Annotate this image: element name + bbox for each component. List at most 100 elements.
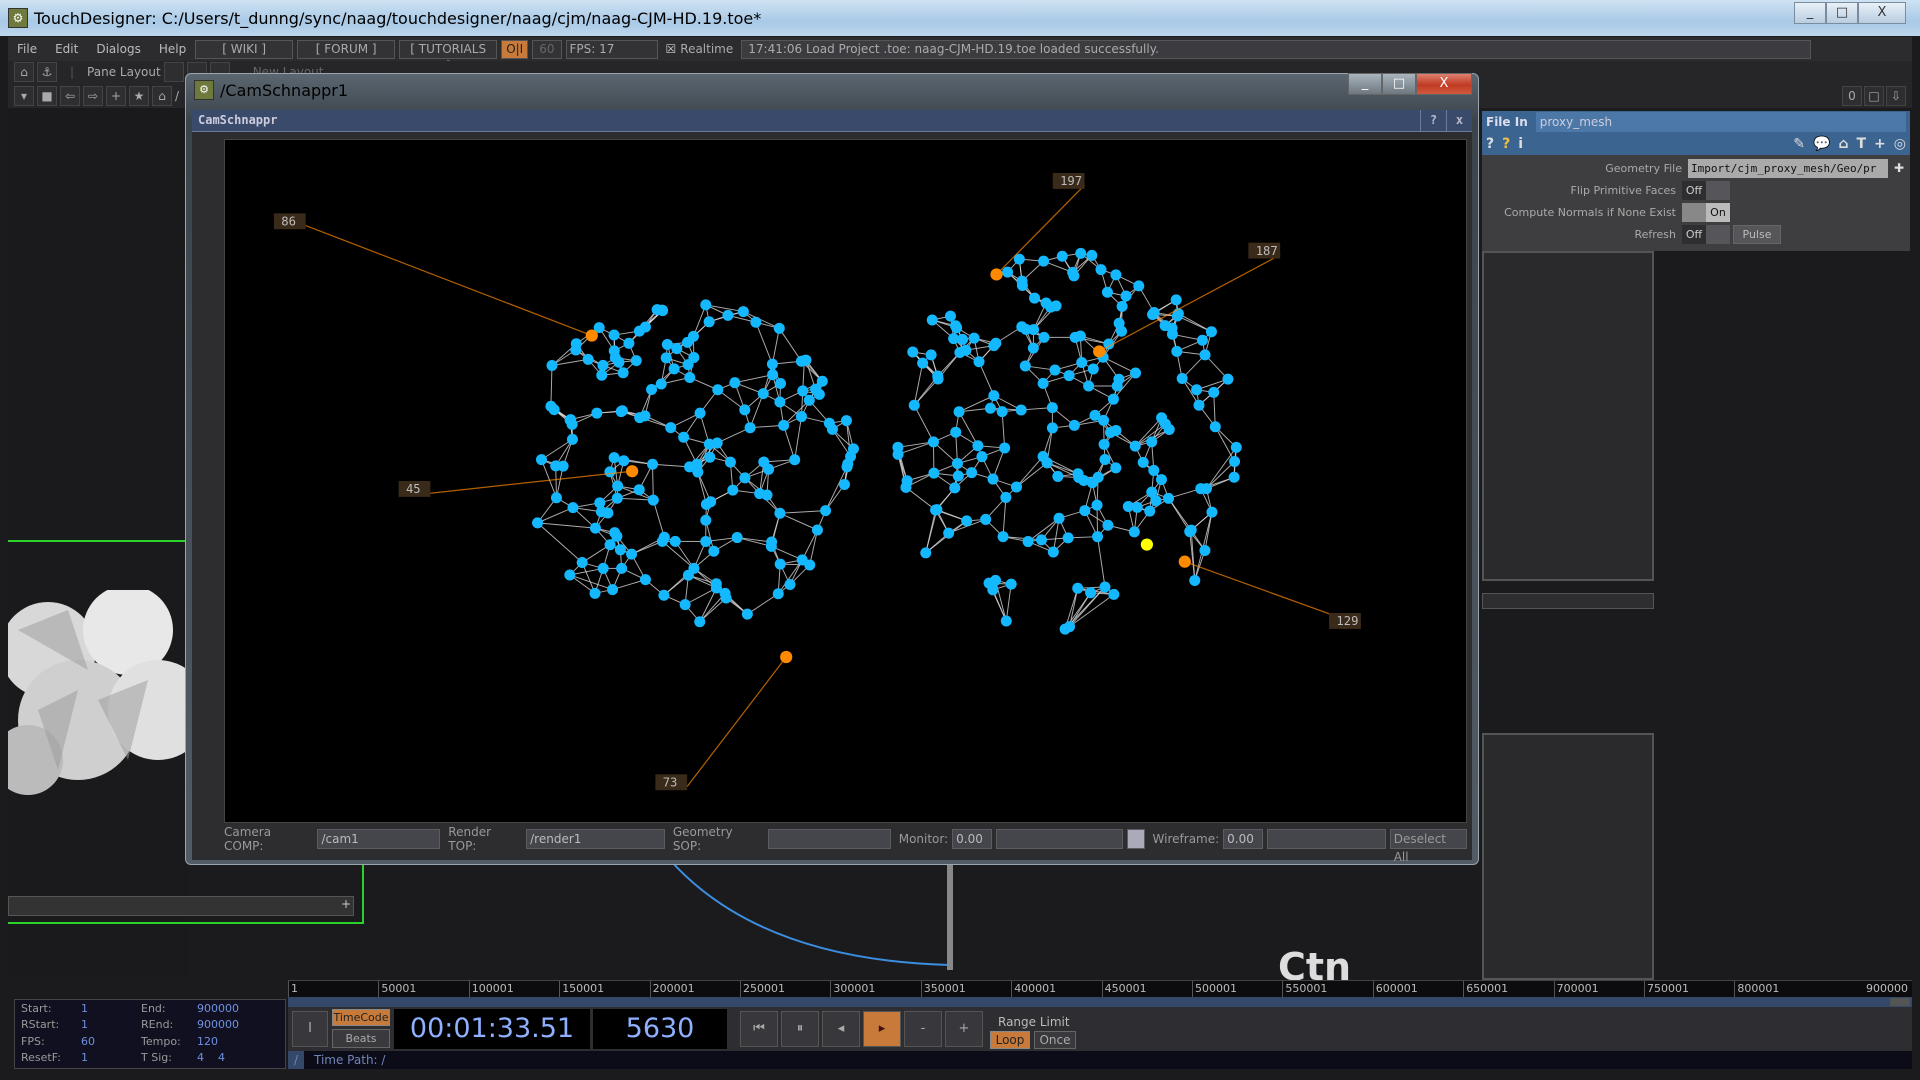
comment-icon[interactable]: 💬 (1813, 136, 1830, 152)
geometry-file-field[interactable]: Import/cjm_proxy_mesh/Geo/pr (1688, 158, 1888, 178)
pane-down-icon[interactable]: ⇩ (1886, 85, 1906, 106)
node-bar[interactable] (1482, 593, 1654, 609)
fps-cap[interactable]: 60 (532, 39, 562, 59)
mesh-edge (1016, 462, 1048, 488)
monitor-icon[interactable] (1126, 829, 1145, 849)
back-icon[interactable]: ⇦ (60, 85, 80, 106)
render-top-field[interactable]: /render1 (526, 829, 665, 849)
geometry-sop-field[interactable] (767, 829, 891, 849)
home-icon[interactable]: ⌂ (152, 85, 172, 106)
mesh-vertex (1027, 342, 1039, 354)
refresh-toggle[interactable]: Off (1682, 224, 1730, 244)
float-minimize-button[interactable]: _ (1348, 73, 1382, 95)
mesh-vertex (604, 539, 616, 551)
help-icon[interactable]: ? (1486, 136, 1494, 152)
pause-icon[interactable]: ⏸ (781, 1011, 819, 1047)
add-icon[interactable]: + (341, 897, 351, 911)
end-value[interactable]: 900000 (197, 1002, 287, 1017)
network-node-panel[interactable] (1482, 251, 1654, 581)
forward-icon[interactable]: ⇨ (83, 85, 103, 106)
node-parameter-bar[interactable]: + (8, 896, 354, 916)
add-icon[interactable]: + (1874, 136, 1886, 152)
python-help-icon[interactable]: ? (1502, 136, 1510, 152)
timecode-button[interactable]: TimeCode (332, 1009, 390, 1026)
realtime-checkbox[interactable]: ☒ (666, 42, 677, 56)
add-icon[interactable]: + (106, 85, 126, 106)
rend-value[interactable]: 900000 (197, 1018, 287, 1033)
beats-button[interactable]: Beats (332, 1029, 390, 1048)
rewind-icon[interactable]: ⏮ (740, 1011, 778, 1047)
forum-button[interactable]: [ FORUM ] (297, 39, 396, 59)
monitor-slider[interactable] (995, 829, 1123, 849)
menu-help[interactable]: Help (150, 42, 195, 56)
cursor-icon[interactable]: I (292, 1011, 328, 1047)
camera-comp-field[interactable]: /cam1 (317, 829, 441, 849)
close-button[interactable]: X (1858, 2, 1906, 24)
float-maximize-button[interactable]: □ (1382, 73, 1416, 95)
dropdown-icon[interactable]: ▾ (14, 85, 34, 106)
wireframe-slider[interactable] (1266, 829, 1386, 849)
window-logo-icon: ⚙ (194, 80, 214, 100)
deselect-all-button[interactable]: Deselect All (1389, 829, 1468, 864)
mesh-vertex (678, 431, 690, 443)
pane-ship-icon[interactable]: ⚓ (37, 62, 57, 82)
root-path-button[interactable]: / (288, 1051, 304, 1069)
play-icon[interactable]: ▸ (863, 1011, 901, 1047)
timeline-tick: 1 (288, 981, 298, 998)
menu-file[interactable]: File (8, 42, 46, 56)
rstart-value[interactable]: 1 (81, 1018, 141, 1033)
flip-faces-toggle[interactable]: Off (1682, 180, 1730, 200)
perform-toggle[interactable]: O|I (501, 39, 529, 59)
add-icon[interactable]: ✚ (1888, 161, 1910, 175)
edit-icon[interactable]: ✎ (1793, 136, 1805, 152)
mesh-vertex (647, 494, 659, 506)
step-minus-icon[interactable]: - (904, 1011, 942, 1047)
pane-0-icon[interactable]: 0 (1842, 85, 1862, 106)
float-close-button[interactable]: X (1416, 73, 1472, 95)
mesh-vertex (1038, 331, 1050, 343)
wireframe-field[interactable]: 0.00 (1223, 829, 1263, 849)
network-node-panel-2[interactable] (1482, 733, 1654, 980)
timeline-scrollbar[interactable] (288, 997, 1912, 1007)
pane-maximize-icon[interactable]: □ (1864, 85, 1884, 106)
mesh-vertex (1075, 247, 1087, 259)
once-button[interactable]: Once (1034, 1031, 1076, 1049)
panel-close-button[interactable]: x (1446, 110, 1472, 132)
step-back-icon[interactable]: ◂ (822, 1011, 860, 1047)
timeline-ruler[interactable]: 1 50001 100001 150001 200001 250001 300001 3500… (288, 980, 1912, 998)
pane-chart-icon[interactable]: ⌂ (14, 62, 34, 82)
loop-button[interactable]: Loop (990, 1031, 1030, 1049)
frame-display[interactable]: 5630 (593, 1009, 727, 1049)
resetf-value[interactable]: 1 (81, 1051, 141, 1066)
op-name-field[interactable]: proxy_mesh (1535, 112, 1906, 132)
menu-edit[interactable]: Edit (46, 42, 87, 56)
text-icon[interactable]: T (1856, 136, 1866, 152)
mesh-vertex (1133, 280, 1145, 292)
tutorials-button[interactable]: [ TUTORIALS ] (399, 39, 498, 73)
tempo-value[interactable]: 120 (197, 1035, 287, 1050)
tag-icon[interactable]: ⌂ (1838, 136, 1848, 152)
mesh-vertex (1193, 399, 1205, 411)
fps-value[interactable]: 60 (81, 1035, 141, 1050)
pulse-button[interactable]: Pulse (1733, 224, 1781, 244)
menu-dialogs[interactable]: Dialogs (87, 42, 149, 56)
minimize-button[interactable]: _ (1794, 2, 1826, 24)
compute-normals-toggle[interactable]: On (1682, 202, 1730, 222)
layout-1-button[interactable] (163, 62, 184, 82)
target-icon[interactable]: ◎ (1894, 136, 1906, 152)
info-icon[interactable]: i (1518, 136, 1523, 152)
monitor-field[interactable]: 0.00 (952, 829, 992, 849)
star-icon[interactable]: ★ (129, 85, 149, 106)
timecode-display[interactable]: 00:01:33.51 (394, 1009, 590, 1049)
panel-help-button[interactable]: ? (1420, 110, 1446, 132)
stop-icon[interactable]: ■ (37, 85, 57, 106)
mesh-vertex (1229, 456, 1241, 468)
3d-viewport[interactable]: 86 197 187 45 129 73 (224, 139, 1467, 823)
step-plus-icon[interactable]: + (945, 1011, 983, 1047)
start-value[interactable]: 1 (81, 1002, 141, 1017)
mesh-wireframe[interactable]: 86 197 187 45 129 73 (225, 140, 1466, 822)
maximize-button[interactable]: □ (1826, 2, 1858, 24)
tsig-value[interactable]: 4 4 (197, 1051, 287, 1066)
mesh-vertex (1131, 501, 1143, 513)
wiki-button[interactable]: [ WIKI ] (195, 39, 294, 59)
